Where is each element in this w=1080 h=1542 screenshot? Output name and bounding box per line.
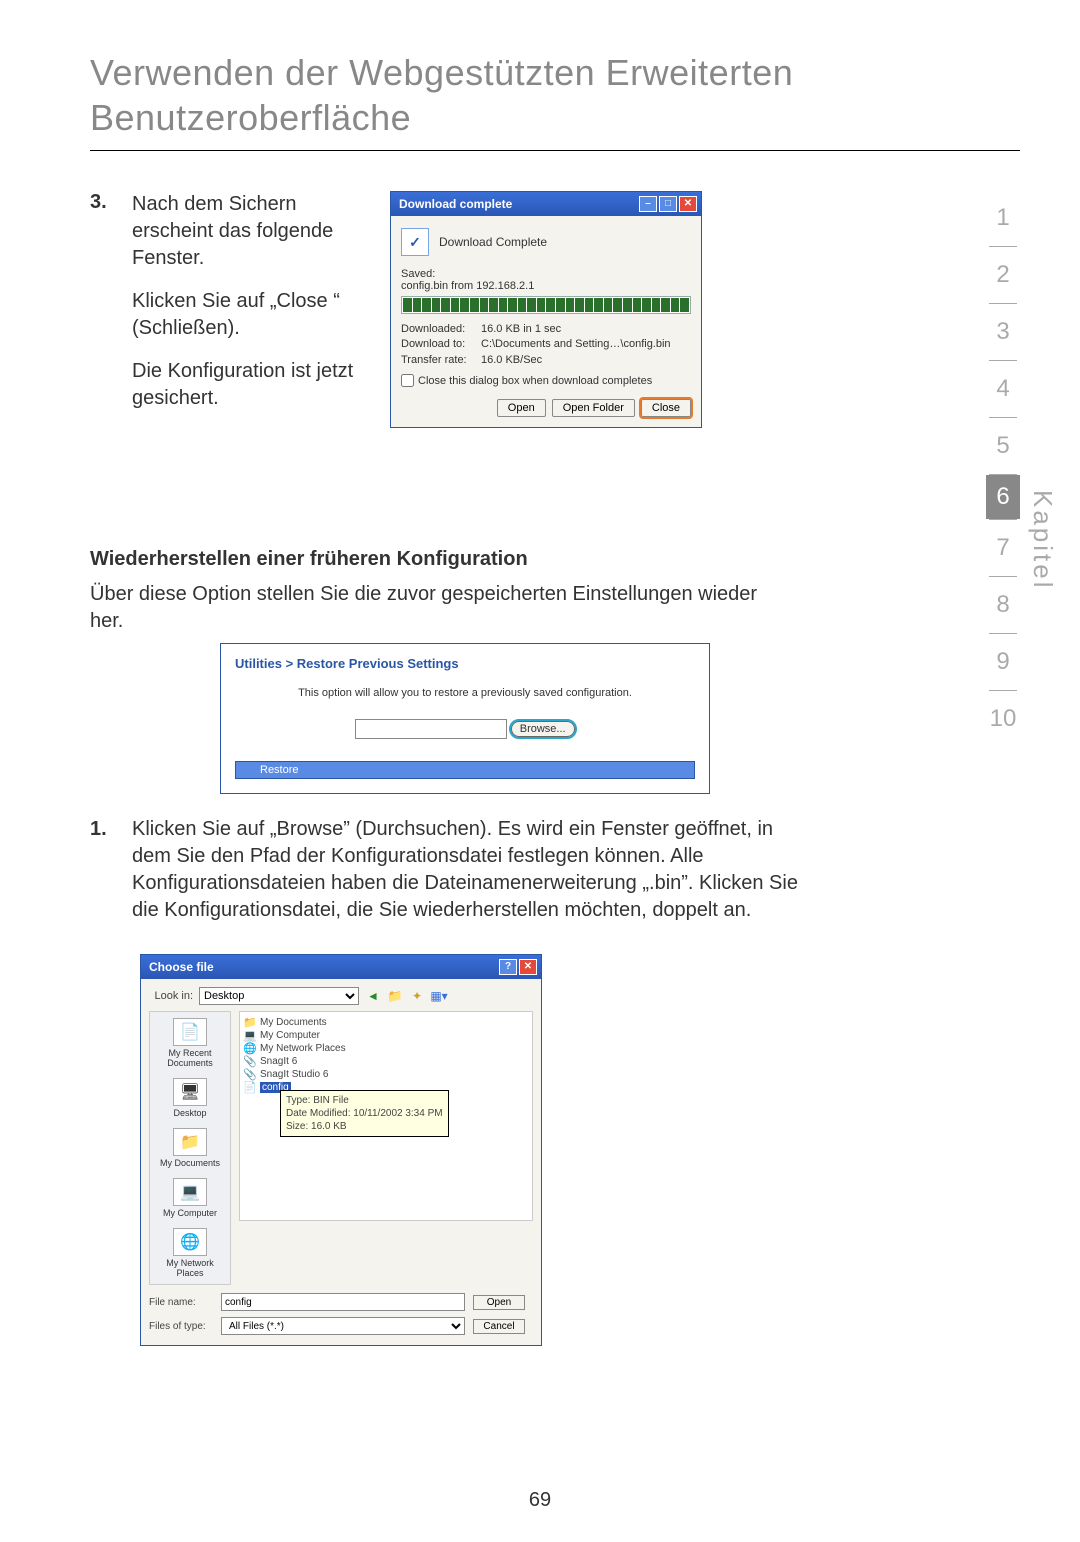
choose-file-window: Choose file ? ✕ Look in: Desktop ◄ 📁 ✦ ▦… <box>140 954 542 1346</box>
filetype-select[interactable]: All Files (*.*) <box>221 1317 465 1335</box>
close-button[interactable]: Close <box>641 399 691 417</box>
place-mydocs[interactable]: 📁My Documents <box>152 1128 228 1168</box>
dl-rate-k: Transfer rate: <box>401 353 481 368</box>
step3-number: 3. <box>90 191 114 214</box>
file-list[interactable]: 📁My Documents 💻My Computer 🌐My Network P… <box>239 1011 533 1221</box>
list-item: 💻My Computer <box>244 1029 528 1041</box>
file-tooltip: Type: BIN File Date Modified: 10/11/2002… <box>280 1090 449 1137</box>
list-item: 🌐My Network Places <box>244 1042 528 1054</box>
page-title-line1: Verwenden der Webgestützten Erweiterten <box>90 52 793 93</box>
list-item: 📁My Documents <box>244 1016 528 1028</box>
page-title: Verwenden der Webgestützten Erweiterten … <box>90 50 1020 140</box>
progress-bar <box>401 296 691 314</box>
chapter-link[interactable]: 1 <box>996 190 1009 246</box>
browse-path-input[interactable] <box>355 719 507 739</box>
open-button[interactable]: Open <box>473 1295 525 1310</box>
lookin-label: Look in: <box>149 990 193 1002</box>
minimize-icon[interactable]: – <box>639 196 657 212</box>
step3-p1: Nach dem Sichern erscheint das folgende … <box>132 191 372 272</box>
dl-downloadto-v: C:\Documents and Setting…\config.bin <box>481 337 671 352</box>
maximize-icon[interactable]: □ <box>659 196 677 212</box>
page-title-line2: Benutzeroberfläche <box>90 97 411 138</box>
restore-desc: This option will allow you to restore a … <box>235 687 695 699</box>
place-mynet[interactable]: 🌐My Network Places <box>152 1228 228 1278</box>
chapter-link[interactable]: 5 <box>996 418 1009 474</box>
saved-label: Saved: <box>401 268 691 280</box>
restore-breadcrumb: Utilities > Restore Previous Settings <box>235 656 695 671</box>
new-folder-icon[interactable]: ✦ <box>409 988 425 1004</box>
close-icon[interactable]: ✕ <box>679 196 697 212</box>
restore-button[interactable]: Restore <box>235 761 695 779</box>
title-rule <box>90 150 1020 151</box>
lookin-select[interactable]: Desktop <box>199 987 359 1005</box>
step1-number: 1. <box>90 816 114 924</box>
chapter-link[interactable]: 9 <box>996 634 1009 690</box>
chapter-link[interactable]: 8 <box>996 577 1009 633</box>
place-mycomp[interactable]: 💻My Computer <box>152 1178 228 1218</box>
list-item: 📎SnagIt 6 <box>244 1055 528 1067</box>
dl-downloadto-k: Download to: <box>401 337 481 352</box>
download-icon: ✓ <box>401 228 429 256</box>
page-number: 69 <box>0 1489 1080 1512</box>
restore-intro: Über diese Option stellen Sie die zuvor … <box>90 581 790 635</box>
close-when-complete-checkbox[interactable] <box>401 374 414 387</box>
filename-input[interactable] <box>221 1293 465 1311</box>
step1-text: Klicken Sie auf „Browse” (Durchsuchen). … <box>132 816 810 924</box>
chapter-sidebar: 1 2 3 4 5 6 7 8 9 10 <box>986 190 1020 747</box>
cancel-button[interactable]: Cancel <box>473 1319 525 1334</box>
close-icon[interactable]: ✕ <box>519 959 537 975</box>
dl-downloaded-v: 16.0 KB in 1 sec <box>481 322 561 337</box>
chapter-link[interactable]: 7 <box>996 520 1009 576</box>
restore-panel: Utilities > Restore Previous Settings Th… <box>220 643 710 794</box>
step3-p3: Die Konfiguration ist jetzt gesichert. <box>132 358 372 412</box>
dl-rate-v: 16.0 KB/Sec <box>481 353 542 368</box>
download-complete-window: Download complete – □ ✕ ✓ Download Compl… <box>390 191 702 428</box>
dl-downloaded-k: Downloaded: <box>401 322 481 337</box>
chapter-link[interactable]: 10 <box>990 691 1017 747</box>
step3-p2: Klicken Sie auf „Close “ (Schließen). <box>132 288 372 342</box>
chapter-link-active[interactable]: 6 <box>986 475 1020 519</box>
dl-window-title: Download complete <box>399 197 512 211</box>
filetype-label: Files of type: <box>149 1321 213 1332</box>
browse-button[interactable]: Browse... <box>511 721 575 737</box>
place-recent[interactable]: 📄My Recent Documents <box>152 1018 228 1068</box>
choose-file-title: Choose file <box>149 960 214 974</box>
kapitel-label: Kapitel <box>1027 490 1058 591</box>
view-menu-icon[interactable]: ▦▾ <box>431 988 447 1004</box>
saved-file: config.bin from 192.168.2.1 <box>401 280 691 292</box>
filename-label: File name: <box>149 1297 213 1308</box>
open-button[interactable]: Open <box>497 399 546 417</box>
open-folder-button[interactable]: Open Folder <box>552 399 635 417</box>
list-item: 📎SnagIt Studio 6 <box>244 1068 528 1080</box>
help-icon[interactable]: ? <box>499 959 517 975</box>
places-bar: 📄My Recent Documents 🖥Desktop 📁My Docume… <box>149 1011 231 1285</box>
chapter-link[interactable]: 2 <box>996 247 1009 303</box>
dl-complete-label: Download Complete <box>439 235 547 249</box>
up-folder-icon[interactable]: 📁 <box>387 988 403 1004</box>
restore-heading: Wiederherstellen einer früheren Konfigur… <box>90 548 790 571</box>
place-desktop[interactable]: 🖥Desktop <box>152 1078 228 1118</box>
chapter-link[interactable]: 3 <box>996 304 1009 360</box>
chapter-link[interactable]: 4 <box>996 361 1009 417</box>
close-when-complete-label: Close this dialog box when download comp… <box>418 375 652 387</box>
back-icon[interactable]: ◄ <box>365 988 381 1004</box>
